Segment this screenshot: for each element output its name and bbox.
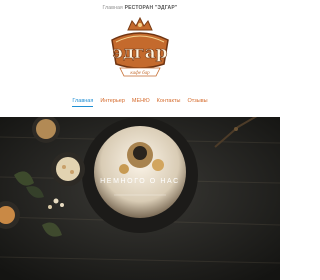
svg-text:эдгар: эдгар [112, 43, 167, 63]
breadcrumb-home[interactable]: Главная [103, 5, 123, 11]
nav-item-contacts[interactable]: Контакты [157, 98, 181, 107]
hero-divider [114, 194, 166, 196]
nav-item-menu[interactable]: МЕНЮ [132, 98, 150, 107]
logo-emblem-icon: эдгар кафе бар [111, 16, 169, 77]
main-nav: Главная Интерьер МЕНЮ Контакты Отзывы [0, 98, 280, 107]
breadcrumb: Главная РЕСТОРАН "ЭДГАР" [0, 5, 280, 11]
svg-text:кафе бар: кафе бар [130, 71, 150, 76]
brand-logo[interactable]: эдгар кафе бар [104, 12, 176, 88]
breadcrumb-current: РЕСТОРАН "ЭДГАР" [124, 5, 178, 11]
nav-item-home[interactable]: Главная [72, 98, 94, 107]
hero-title: НЕМНОГО О НАС [100, 178, 180, 185]
nav-item-reviews[interactable]: Отзывы [187, 98, 207, 107]
hero-food-photo [0, 117, 280, 280]
hero-banner [0, 117, 280, 280]
nav-item-interior[interactable]: Интерьер [100, 98, 125, 107]
